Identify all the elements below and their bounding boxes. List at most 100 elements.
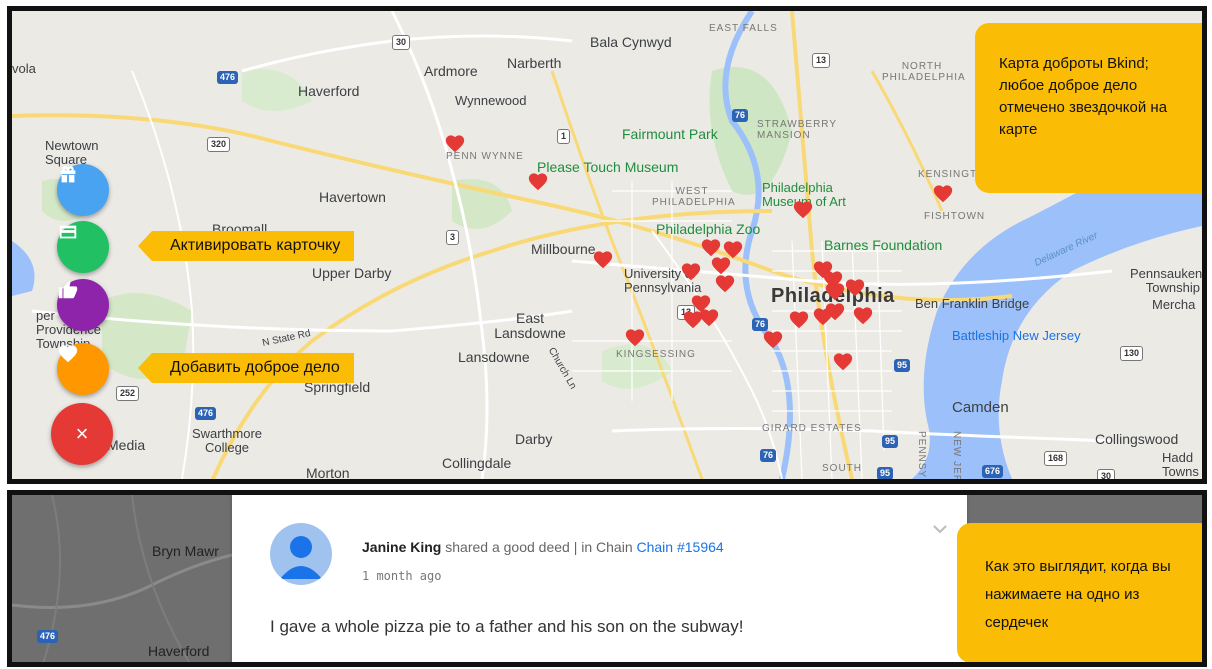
poi-label: Fairmount Park [622, 126, 718, 142]
place-label: Darby [515, 431, 553, 447]
like-button[interactable] [57, 279, 109, 331]
good-deed-heart-marker[interactable] [832, 351, 854, 373]
place-label: FISHTOWN [924, 211, 986, 222]
chain-link[interactable]: Chain #15964 [637, 539, 724, 555]
good-deed-heart-marker[interactable] [624, 327, 646, 349]
card-icon [59, 225, 77, 239]
route-shield: 76 [732, 109, 749, 122]
route-shield: 252 [116, 386, 140, 401]
place-label: vola [12, 61, 36, 76]
good-deed-heart-marker[interactable] [788, 309, 810, 331]
post-time: 1 month ago [362, 569, 442, 583]
good-deed-heart-marker[interactable] [852, 305, 874, 327]
post-text: I gave a whole pizza pie to a father and… [270, 617, 744, 636]
heart-icon [593, 251, 613, 269]
chain-prefix: in Chain [581, 539, 633, 555]
route-shield: 95 [894, 359, 911, 372]
place-label: KINGSESSING [616, 349, 696, 360]
heart-icon [445, 135, 465, 153]
good-deed-heart-marker[interactable] [592, 249, 614, 271]
good-deed-heart-marker[interactable] [824, 301, 846, 323]
place-label: Haverford [148, 643, 210, 659]
heart-icon [933, 185, 953, 203]
poi-label: Philadelphia Zoo [656, 221, 761, 237]
place-label: Mercha [1152, 297, 1196, 312]
place-label: Camden [952, 399, 1009, 416]
activate-card-button[interactable] [57, 221, 109, 273]
place-label: Swarthmore College [191, 426, 263, 455]
heart-icon [528, 173, 548, 191]
heart-icon [793, 201, 813, 219]
separator: | [573, 539, 578, 555]
route-shield: 130 [1120, 346, 1144, 361]
user-avatar-icon [280, 536, 322, 579]
good-deed-heart-marker[interactable] [682, 309, 704, 331]
poi-label: Barnes Foundation [824, 237, 943, 253]
route-shield: 1 [557, 129, 571, 144]
post-action: shared a good deed [445, 539, 570, 555]
route-shield: 13 [812, 53, 831, 68]
avatar[interactable] [270, 523, 332, 585]
place-label: Ben Franklin Bridge [915, 296, 1030, 311]
route-shield: 476 [37, 630, 59, 643]
card-annotation: Как это выглядит, когда вы нажимаете на … [957, 523, 1202, 662]
good-deed-heart-marker[interactable] [527, 171, 549, 193]
place-label: Morton [306, 465, 350, 481]
add-good-deed-tooltip: Добавить доброе дело [138, 353, 354, 383]
good-deed-heart-marker[interactable] [844, 277, 866, 299]
gift-button[interactable] [57, 164, 109, 216]
place-label: Collingswood [1095, 431, 1179, 447]
place-label: Ardmore [424, 63, 478, 79]
gift-icon [60, 166, 76, 183]
place-label: Wynnewood [455, 93, 527, 108]
route-shield: 95 [877, 467, 894, 479]
good-deed-heart-marker[interactable] [714, 273, 736, 295]
route-shield: 168 [1044, 451, 1068, 466]
heart-icon [833, 353, 853, 371]
poi-label: Please Touch Museum [537, 159, 679, 175]
place-label: Media [107, 437, 146, 453]
heart-icon [845, 279, 865, 297]
good-deed-heart-marker[interactable] [444, 133, 466, 155]
route-shield: 76 [760, 449, 777, 462]
place-label: KENSINGT [918, 169, 978, 180]
place-label: SOUTH [822, 463, 862, 474]
close-menu-button[interactable]: × [51, 403, 113, 465]
kindness-map-panel: vola Bala Cynwyd EAST FALLS Ardmore Narb… [7, 6, 1207, 484]
place-label: Bryn Mawr [152, 543, 219, 559]
heart-icon [683, 311, 703, 329]
add-good-deed-button[interactable] [57, 343, 109, 395]
place-label: NORTH PHILADELPHIA [882, 61, 966, 83]
place-label: STRAWBERRY MANSION [757, 119, 837, 141]
good-deed-heart-marker[interactable] [792, 199, 814, 221]
route-shield: 676 [982, 465, 1004, 478]
place-label: PENNSYL [916, 431, 927, 484]
heart-icon [715, 275, 735, 293]
good-deed-heart-marker[interactable] [824, 281, 846, 303]
good-deed-heart-marker[interactable] [932, 183, 954, 205]
place-label: East Lansdowne [494, 310, 566, 341]
heart-icon [763, 331, 783, 349]
good-deed-heart-marker[interactable] [762, 329, 784, 351]
place-label: Havertown [319, 189, 386, 205]
deed-post-card[interactable]: Janine King shared a good deed | in Chai… [232, 495, 967, 662]
map-canvas[interactable]: vola Bala Cynwyd EAST FALLS Ardmore Narb… [12, 11, 1202, 479]
place-label: Upper Darby [312, 265, 392, 281]
place-label: Hadd Towns [1162, 450, 1199, 479]
activate-card-tooltip: Активировать карточку [137, 231, 355, 261]
author-name[interactable]: Janine King [362, 539, 441, 555]
poi-label: Philadelphia Museum of Art [762, 180, 846, 209]
post-header: Janine King shared a good deed | in Chai… [362, 539, 724, 555]
route-shield: 476 [195, 407, 217, 420]
chevron-down-icon[interactable] [933, 525, 947, 535]
place-label: WEST PHILADELPHIA [652, 186, 736, 208]
route-shield: 95 [882, 435, 899, 448]
place-label: University of Pennsylvania [624, 266, 702, 295]
place-label: EAST FALLS [709, 23, 778, 34]
route-shield: 30 [1097, 469, 1116, 479]
good-deed-heart-marker[interactable] [680, 261, 702, 283]
heart-icon [825, 303, 845, 321]
place-label: Lansdowne [458, 349, 530, 365]
heart-icon [625, 329, 645, 347]
heart-icon [853, 307, 873, 325]
